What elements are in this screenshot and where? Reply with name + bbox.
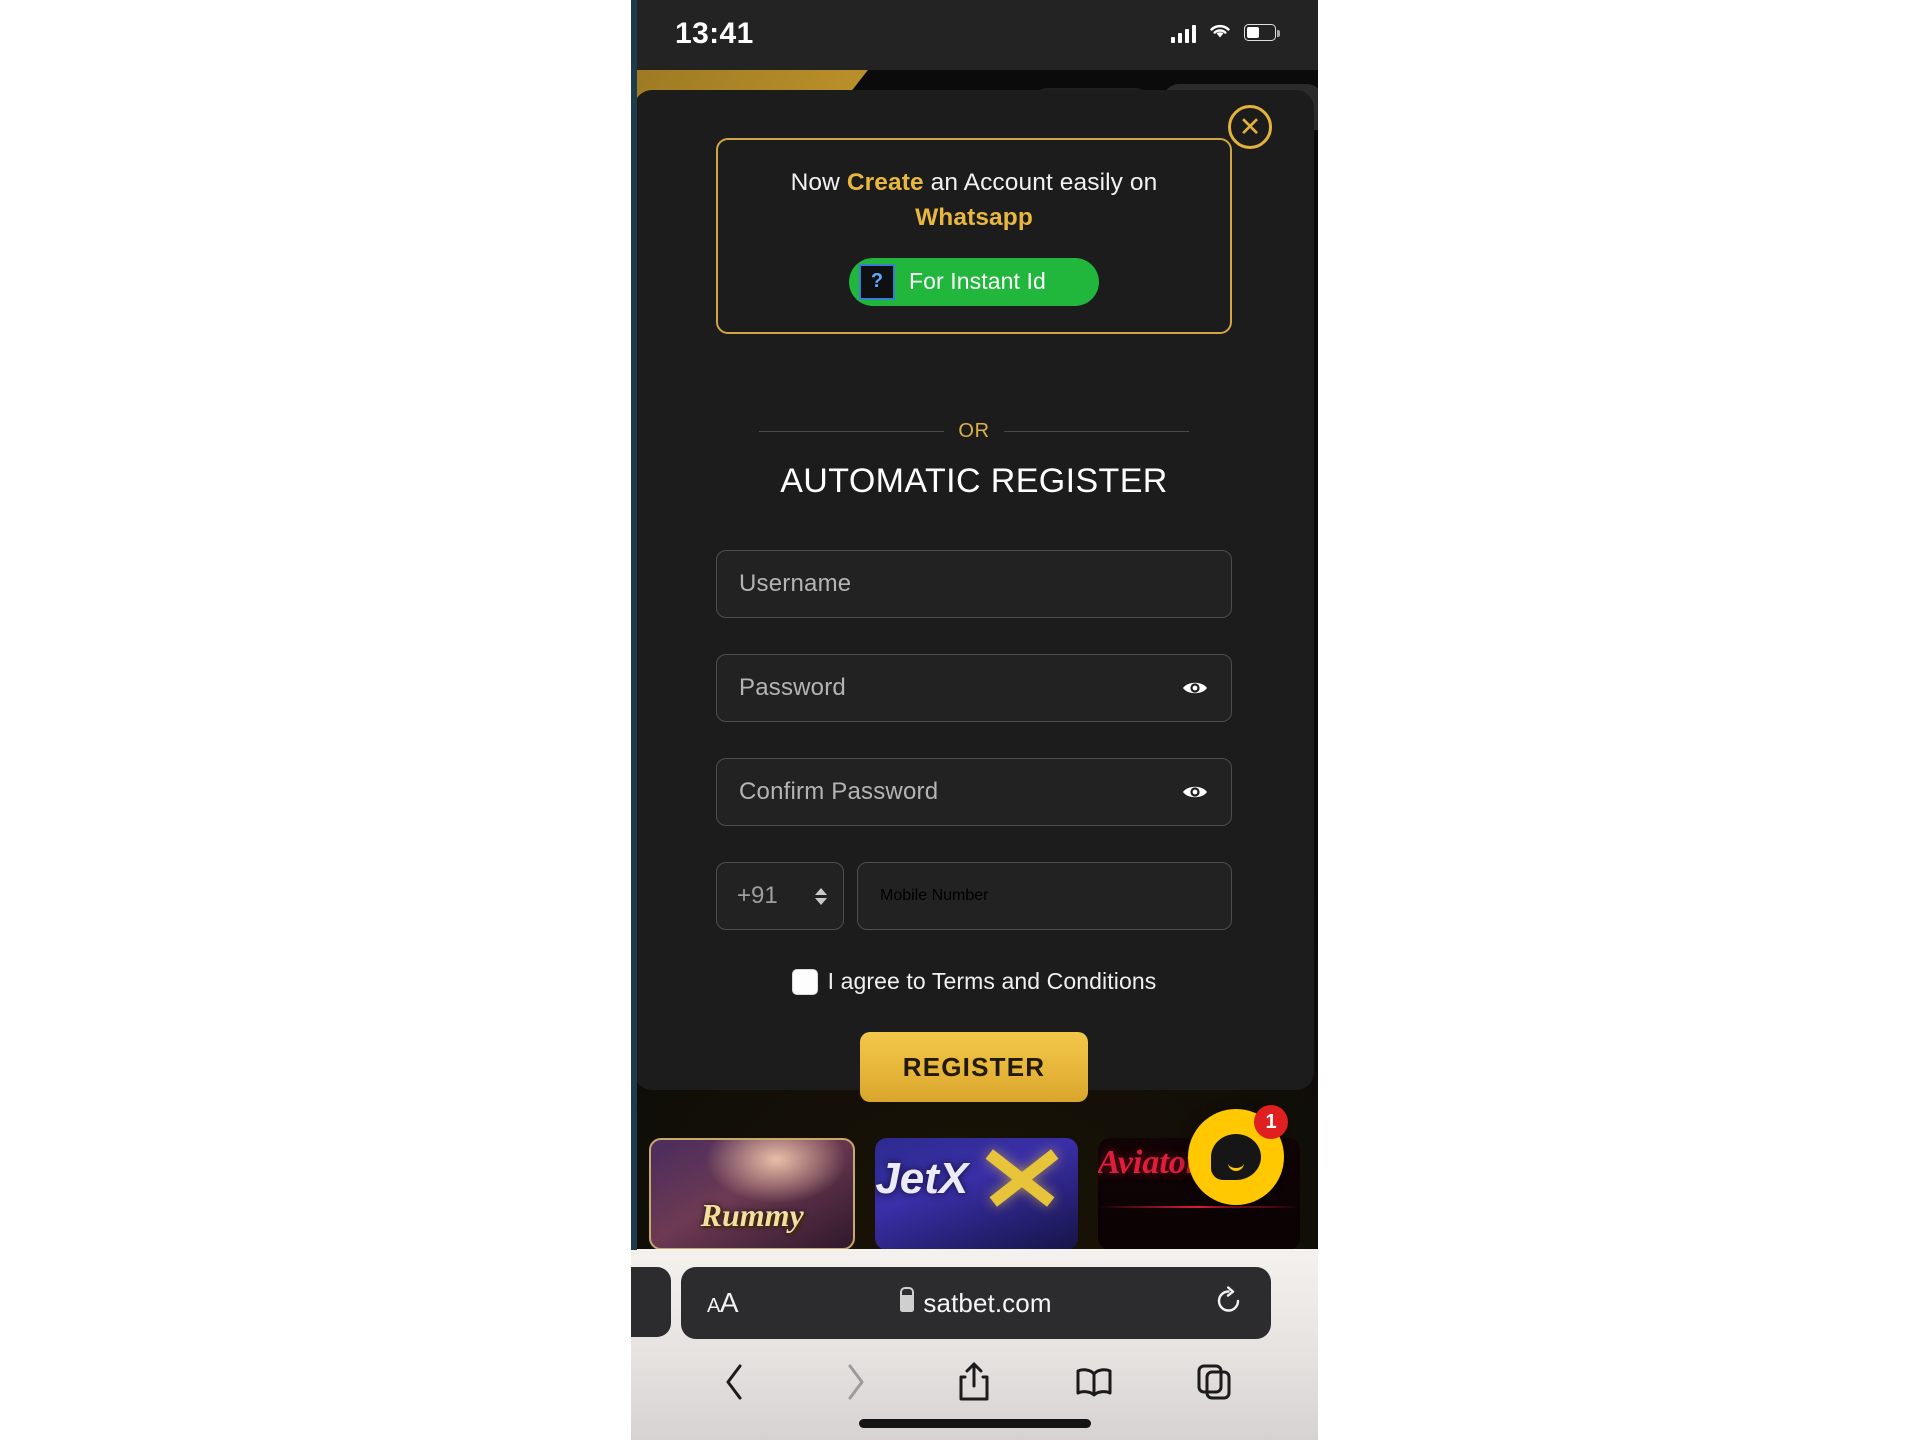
mobile-number-placeholder: Mobile Number — [880, 887, 989, 904]
browser-chrome: AA satbet.com — [631, 1249, 1318, 1440]
whatsapp-promo-box: Now Create an Account easily on Whatsapp… — [716, 138, 1232, 334]
confirm-password-placeholder: Confirm Password — [739, 778, 939, 805]
username-placeholder: Username — [739, 570, 852, 597]
bookmarks-button[interactable] — [1034, 1366, 1154, 1398]
toggle-confirm-password-visibility-icon[interactable] — [1181, 783, 1209, 801]
game-tile-label: Rummy — [700, 1197, 804, 1233]
broken-image-icon: ? — [859, 263, 895, 300]
chat-unread-badge: 1 — [1254, 1105, 1288, 1139]
wifi-icon — [1207, 20, 1233, 45]
promo-text: Now Create an Account easily on Whatsapp — [734, 166, 1214, 236]
game-tile-rummy[interactable]: Rummy — [649, 1138, 856, 1249]
promo-whatsapp-highlight: Whatsapp — [915, 203, 1033, 231]
chevron-updown-icon — [815, 887, 827, 905]
share-button[interactable] — [915, 1361, 1035, 1403]
terms-label: I agree to Terms and Conditions — [827, 968, 1157, 994]
confirm-password-input[interactable]: Confirm Password — [716, 758, 1232, 826]
register-button[interactable]: REGISTER — [860, 1032, 1088, 1102]
phone-number-row: +91 Mobile Number — [716, 862, 1232, 930]
promo-line1-pre: Now — [790, 169, 847, 196]
whatsapp-instant-id-button[interactable]: ? For Instant Id — [849, 257, 1099, 306]
reload-icon[interactable] — [1215, 1285, 1243, 1321]
promo-line1-post: an Account easily on — [923, 169, 1158, 196]
game-tile-jetx[interactable]: JetX — [875, 1138, 1078, 1249]
adjacent-tab-peek[interactable] — [631, 1267, 671, 1337]
screenshot-root: Rummy JetX Aviator 1 ✕ Now Create an Acc… — [0, 0, 1920, 1440]
divider-line-right — [1003, 431, 1190, 432]
phone-viewport: Rummy JetX Aviator 1 ✕ Now Create an Acc… — [631, 0, 1318, 1440]
password-input[interactable]: Password — [716, 654, 1232, 722]
address-bar-url: satbet.com — [923, 1287, 1052, 1318]
or-divider: OR — [759, 420, 1190, 443]
whatsapp-button-label: For Instant Id — [909, 268, 1046, 295]
country-code-select[interactable]: +91 — [716, 862, 844, 930]
promo-create-highlight: Create — [846, 169, 924, 196]
battery-icon — [1244, 24, 1280, 41]
username-input[interactable]: Username — [716, 550, 1232, 618]
close-icon[interactable]: ✕ — [1228, 105, 1272, 149]
country-code-value: +91 — [737, 882, 778, 909]
status-bar: 13:41 — [631, 0, 1318, 70]
forward-button[interactable] — [795, 1362, 915, 1402]
password-placeholder: Password — [739, 674, 846, 701]
address-bar-content: satbet.com — [681, 1288, 1271, 1319]
tabs-button[interactable] — [1154, 1363, 1274, 1401]
toggle-password-visibility-icon[interactable] — [1181, 679, 1209, 697]
divider-line-left — [759, 431, 945, 432]
terms-checkbox[interactable] — [791, 968, 818, 995]
lock-icon — [900, 1294, 915, 1312]
chat-support-button[interactable]: 1 — [1188, 1105, 1288, 1205]
game-tile-label: JetX — [875, 1154, 969, 1203]
register-modal: ✕ Now Create an Account easily on Whatsa… — [634, 90, 1314, 1102]
home-indicator — [858, 1419, 1091, 1428]
divider-label: OR — [958, 420, 990, 442]
status-bar-clock: 13:41 — [675, 17, 754, 50]
cellular-signal-icon — [1170, 23, 1196, 43]
mobile-number-input[interactable]: Mobile Number — [857, 862, 1232, 930]
status-bar-icons — [1170, 20, 1280, 45]
back-button[interactable] — [675, 1362, 795, 1402]
address-bar[interactable]: AA satbet.com — [681, 1267, 1271, 1339]
chat-bubble-icon — [1211, 1134, 1261, 1180]
phone-left-edge — [631, 0, 637, 1250]
browser-toolbar — [631, 1353, 1318, 1411]
terms-row: I agree to Terms and Conditions — [634, 968, 1314, 995]
page-title: AUTOMATIC REGISTER — [780, 462, 1168, 500]
